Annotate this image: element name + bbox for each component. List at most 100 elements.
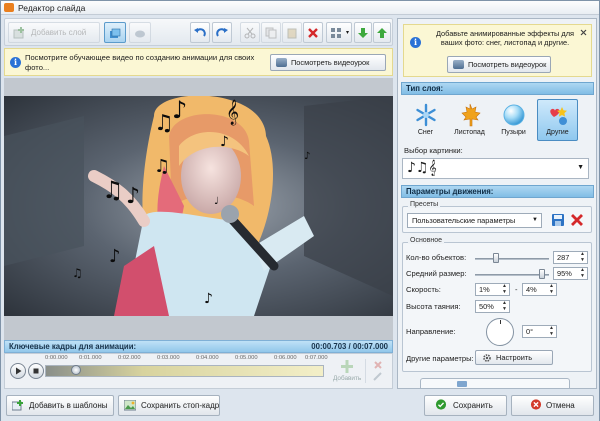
picture-select-value: ♪♫𝄞 [407, 160, 437, 176]
save-label: Сохранить [453, 401, 493, 410]
gear-icon [483, 354, 491, 362]
save-button[interactable]: Сохранить [424, 395, 507, 416]
effects-panel: i Добавьте анимированные эффекты для ваш… [397, 18, 597, 389]
arrow-up-icon [377, 28, 387, 38]
watch-video-button[interactable]: Посмотреть видеоурок [270, 54, 386, 71]
close-icon[interactable] [580, 29, 587, 36]
spin-arrows-icon: ▲ ▼ [580, 267, 585, 279]
undo-button[interactable] [190, 22, 210, 43]
copy-icon [265, 27, 277, 39]
configure-label: Настроить [496, 353, 533, 362]
size-slider[interactable] [475, 274, 549, 276]
speed-from-spinbox[interactable]: 1% ▲ ▼ [475, 283, 510, 296]
save-preset-icon[interactable] [551, 213, 565, 227]
keyframe-edit-icon[interactable] [373, 371, 383, 381]
timeline-track[interactable] [45, 365, 324, 377]
melt-height-label: Высота таяния: [406, 302, 461, 311]
move-down-button[interactable] [354, 22, 372, 43]
direction-label: Направление: [406, 327, 456, 336]
cut-button[interactable] [240, 22, 260, 43]
video-camera-icon [453, 60, 464, 69]
maple-leaf-icon [460, 103, 481, 127]
add-to-templates-button[interactable]: Добавить в шаблоны [6, 395, 114, 416]
paste-button[interactable] [282, 22, 302, 43]
stop-button[interactable] [28, 363, 44, 379]
chevron-down-icon: ▼ [532, 217, 538, 223]
slide-preview: ♪ ♫ 𝄞 ♪ ♫ ♪ ♫ ♪ ♫ ♪ ♩ ♪ [4, 78, 393, 340]
keyframe-tools [365, 359, 389, 383]
direction-value: 0° [526, 327, 534, 336]
info-icon: i [410, 37, 421, 48]
direction-spinbox[interactable]: 0° ▲ ▼ [522, 325, 557, 338]
effects-tip: i Добавьте анимированные эффекты для ваш… [403, 24, 592, 77]
add-template-icon [12, 400, 23, 411]
layers-view-button[interactable] [104, 22, 126, 43]
info-icon: i [10, 57, 21, 68]
layer-type-leaves[interactable]: Листопад [449, 99, 490, 141]
add-layer-label: Добавить слой [31, 28, 87, 37]
more-button-partial[interactable] [420, 378, 570, 388]
picture-select[interactable]: ♪♫𝄞 ▼ [402, 158, 589, 179]
copy-button[interactable] [261, 22, 281, 43]
delete-x-icon [308, 28, 318, 38]
size-spinbox[interactable]: 95% ▲ ▼ [553, 267, 588, 280]
count-slider-thumb[interactable] [493, 253, 499, 263]
configure-button[interactable]: Настроить [475, 350, 553, 365]
delete-preset-icon[interactable] [570, 213, 584, 227]
timeline-tick: 0:02.000 [118, 355, 141, 361]
cancel-label: Отмена [546, 401, 575, 410]
count-label: Кол-во объектов: [406, 253, 467, 262]
redo-button[interactable] [212, 22, 232, 43]
timeline-tick: 0:04.000 [196, 355, 219, 361]
picture-icon [124, 400, 136, 411]
speed-to-spinbox[interactable]: 4% ▲ ▼ [522, 283, 557, 296]
timeline-tick: 0:05.000 [235, 355, 258, 361]
layer-type-other[interactable]: Другие [537, 99, 578, 141]
layer-type-snow[interactable]: Снег [405, 99, 446, 141]
slide-editor-window: Редактор слайда Добавить слой ▾ i Посмот… [0, 0, 600, 421]
arrow-down-icon [358, 28, 368, 38]
add-keyframe-icon [341, 360, 353, 373]
keyframe-delete-icon[interactable] [373, 360, 383, 370]
timeline-playhead[interactable] [71, 365, 81, 375]
spin-arrows-icon: ▲ ▼ [549, 283, 554, 295]
preset-select[interactable]: Пользовательские параметры ▼ [407, 213, 542, 228]
align-menu-button[interactable]: ▾ [326, 22, 352, 43]
move-up-button[interactable] [373, 22, 391, 43]
save-stopframe-label: Сохранить стоп-кадр [141, 401, 220, 410]
cancel-circle-icon [530, 399, 542, 410]
effects-tip-text: Добавьте анимированные эффекты для ваших… [435, 29, 575, 47]
save-stopframe-button[interactable]: Сохранить стоп-кадр [118, 395, 220, 416]
preset-value: Пользовательские параметры [412, 216, 516, 225]
keyframes-time: 00:00.703 / 00:07.000 [311, 342, 388, 351]
melt-height-spinbox[interactable]: 50% ▲ ▼ [475, 300, 510, 313]
layer-type-bubbles[interactable]: Пузыри [493, 99, 534, 141]
check-circle-icon [435, 399, 447, 410]
count-spinbox[interactable]: 287 ▲ ▼ [553, 251, 588, 264]
basic-title: Основное [408, 237, 445, 244]
app-icon [4, 3, 14, 12]
motion-params-header: Параметры движения: [401, 185, 594, 198]
bottom-bar: Добавить в шаблоны Сохранить стоп-кадр С… [1, 390, 599, 421]
cloud-button[interactable] [129, 22, 151, 43]
panel-watch-video-button[interactable]: Посмотреть видеоурок [447, 56, 551, 73]
direction-dial[interactable] [486, 318, 514, 346]
stop-icon [33, 368, 39, 374]
cancel-button[interactable]: Отмена [511, 395, 594, 416]
layers-icon [110, 28, 121, 38]
redo-icon [216, 28, 228, 37]
delete-button[interactable] [303, 22, 323, 43]
add-keyframe-button[interactable]: Добавить [333, 358, 361, 386]
tutorial-hint-bar: i Посмотрите обучающее видео по созданию… [4, 48, 393, 76]
size-value: 95% [557, 269, 572, 278]
add-to-templates-label: Добавить в шаблоны [29, 401, 108, 410]
play-button[interactable] [10, 363, 26, 379]
count-slider[interactable] [475, 258, 549, 260]
play-icon [16, 367, 22, 375]
spin-arrows-icon: ▲ ▼ [549, 325, 554, 337]
size-slider-thumb[interactable] [539, 269, 545, 279]
spin-arrows-icon: ▲ ▼ [502, 283, 507, 295]
photo-canvas[interactable]: ♪ ♫ 𝄞 ♪ ♫ ♪ ♫ ♪ ♫ ♪ ♩ ♪ [4, 96, 393, 316]
spin-arrows-icon: ▲ ▼ [580, 251, 585, 263]
add-layer-button[interactable]: Добавить слой [8, 22, 100, 43]
